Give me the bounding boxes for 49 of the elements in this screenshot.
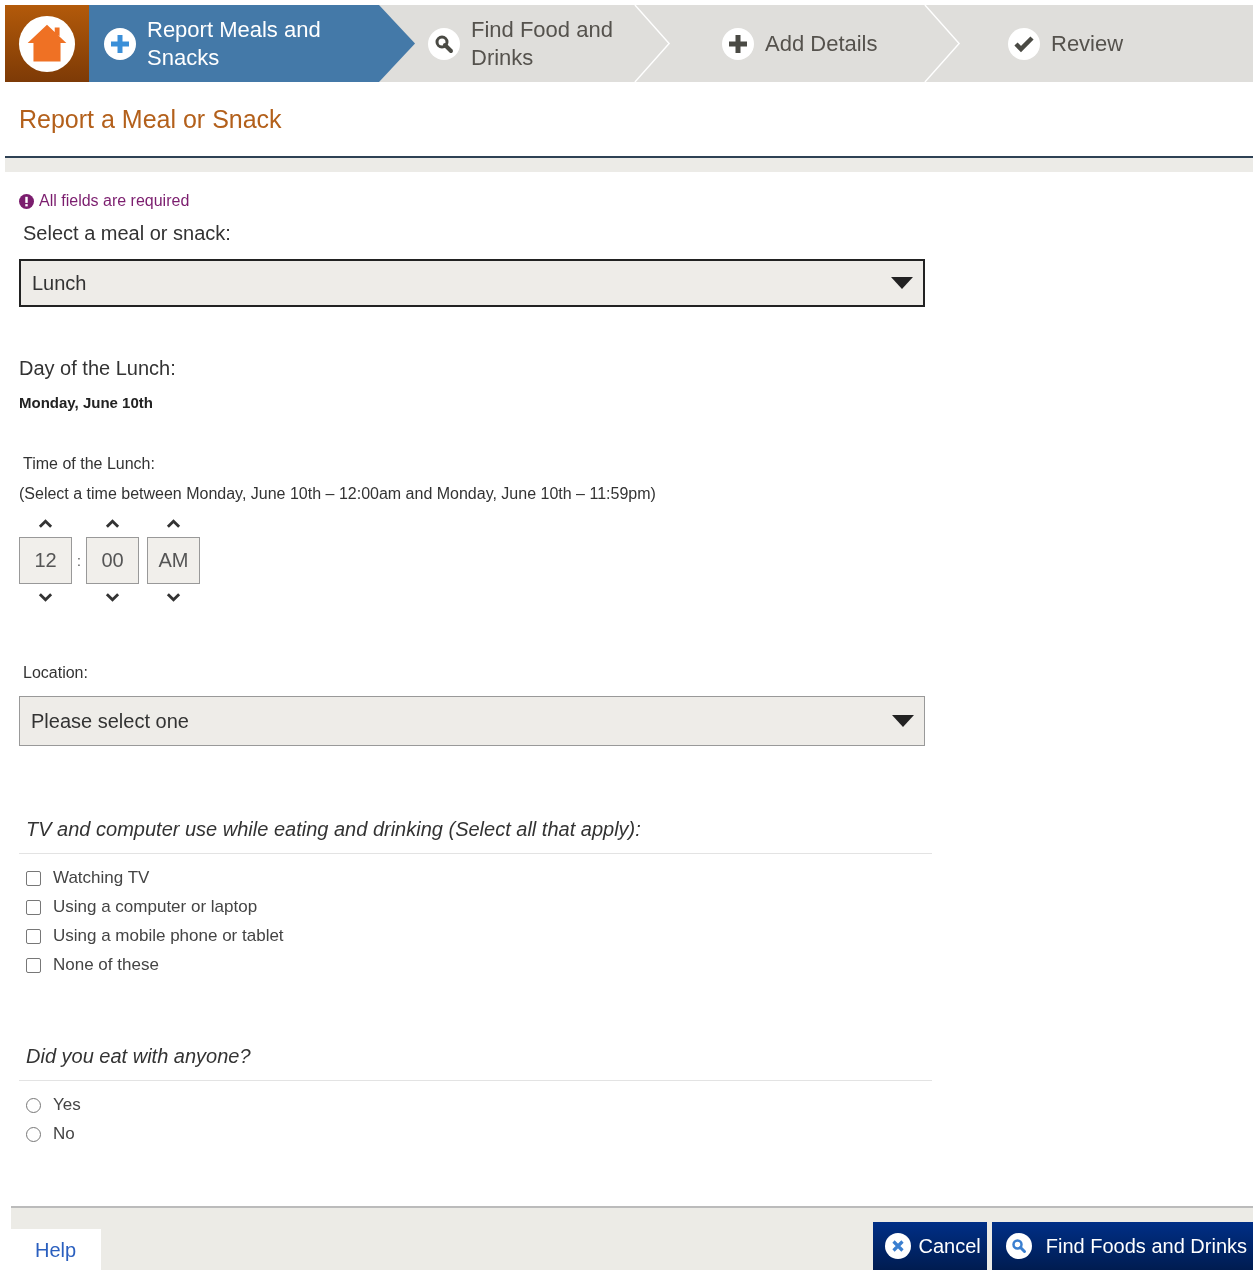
meal-select[interactable]: Lunch (19, 259, 925, 307)
question-heading: Did you eat with anyone? (19, 1045, 932, 1081)
period-field[interactable]: AM (147, 537, 200, 584)
field-label: Time of the Lunch: (22, 455, 156, 473)
question-heading: TV and computer use while eating and drinking (Select all that apply): (19, 818, 932, 854)
option-label: Yes (53, 1095, 81, 1115)
location-select[interactable]: Please select one (19, 696, 925, 746)
cancel-button[interactable]: Cancel (872, 1222, 987, 1270)
page-title: Report a Meal or Snack (18, 104, 283, 135)
chevron-up-icon[interactable] (166, 519, 181, 529)
radio-button[interactable] (26, 1097, 41, 1113)
close-icon (884, 1233, 911, 1259)
option-label: Using a mobile phone or tablet (53, 926, 284, 946)
minute-field[interactable]: 00 (86, 537, 139, 584)
checkbox[interactable] (26, 870, 41, 886)
radio-button[interactable] (26, 1126, 41, 1142)
help-tab[interactable]: Help (11, 1229, 101, 1270)
option-label: Using a computer or laptop (53, 897, 258, 917)
find-button[interactable]: Find Foods and Drinks (991, 1222, 1253, 1270)
checkbox[interactable] (26, 899, 41, 915)
step-tab[interactable]: Report Meals and Snacks (89, 5, 415, 82)
field-label: Location: (22, 664, 89, 682)
chevron-down-icon[interactable] (38, 592, 53, 602)
dropdown-arrow-icon (892, 715, 914, 727)
option-label: No (53, 1124, 75, 1144)
search-icon (1005, 1233, 1032, 1259)
chevron-up-icon[interactable] (105, 519, 120, 529)
search-icon (427, 26, 461, 61)
hour-field[interactable]: 12 (19, 537, 72, 584)
check-icon (1007, 26, 1041, 61)
plus-icon (103, 26, 137, 61)
time-hint: (Select a time between Monday, June 10th – 12:00am and Monday, June 10th – 11:59pm) (19, 485, 657, 503)
chevron-down-icon[interactable] (105, 592, 120, 602)
day-value: Monday, June 10th (19, 394, 154, 411)
checkbox[interactable] (26, 957, 41, 973)
plus-icon (721, 26, 755, 61)
house-icon (18, 14, 76, 73)
option-label: Watching TV (53, 868, 150, 888)
dropdown-arrow-icon (891, 277, 913, 289)
checkbox[interactable] (26, 928, 41, 944)
chevron-up-icon[interactable] (38, 519, 53, 529)
time-separator: : (76, 552, 82, 569)
home-button[interactable] (5, 5, 89, 82)
required-note: All fields are required (39, 192, 190, 210)
field-label: Select a meal or snack: (22, 222, 232, 245)
alert-icon (19, 193, 34, 209)
field-label: Day of the Lunch: (19, 357, 177, 380)
chevron-down-icon[interactable] (166, 592, 181, 602)
option-label: None of these (53, 955, 159, 975)
